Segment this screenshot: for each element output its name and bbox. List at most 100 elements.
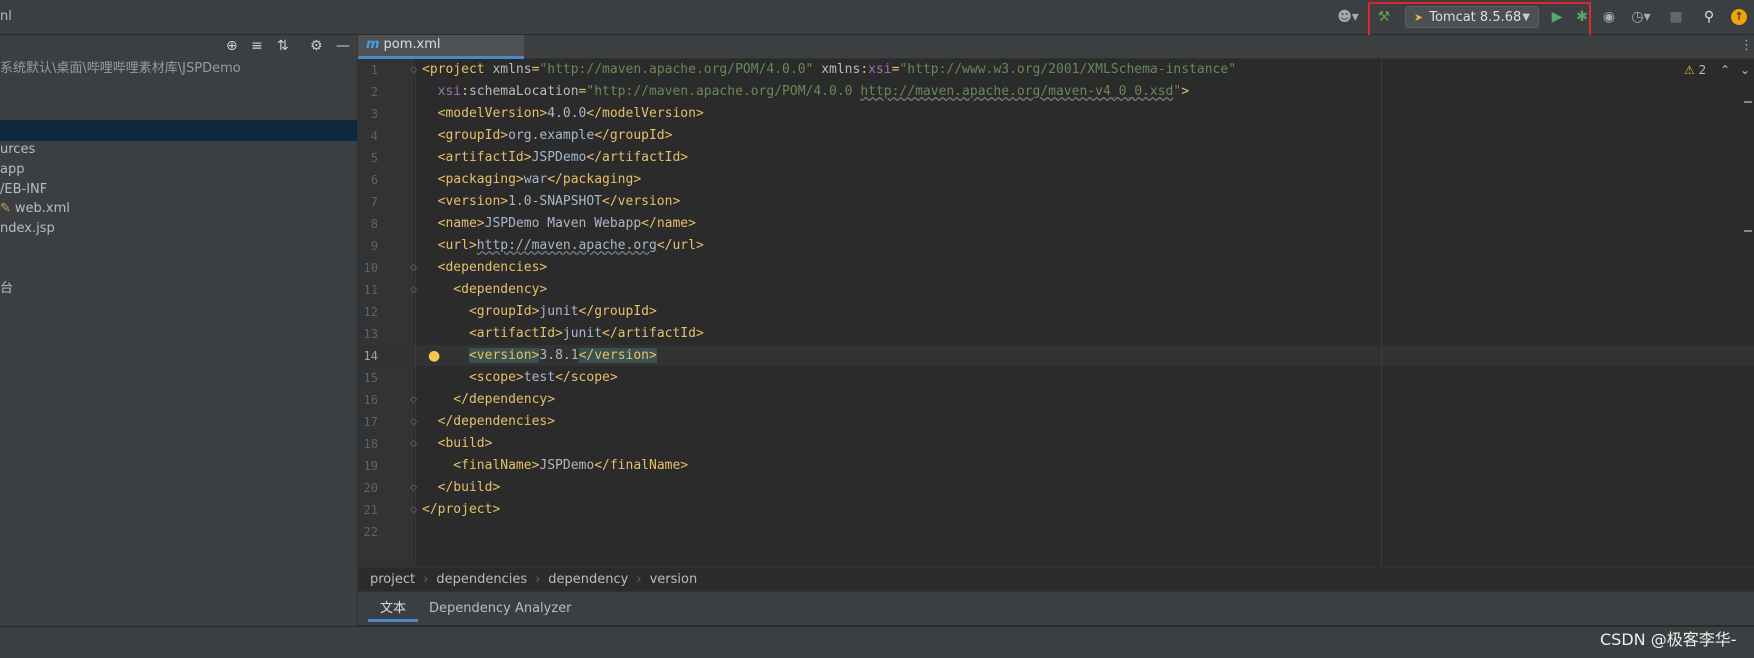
code-line[interactable]: </dependency> bbox=[422, 389, 555, 411]
code-line[interactable]: xsi:schemaLocation="http://maven.apache.… bbox=[422, 81, 1189, 103]
code-token: <name> bbox=[422, 216, 485, 231]
breadcrumb-item-version[interactable]: version bbox=[650, 572, 698, 587]
line-number: 4 bbox=[370, 129, 378, 143]
code-token: <finalName> bbox=[422, 458, 540, 473]
status-bar bbox=[0, 626, 1754, 658]
maven-icon: m bbox=[366, 37, 380, 52]
code-line[interactable]: <groupId>junit</groupId> bbox=[422, 301, 657, 323]
tab-pom-xml[interactable]: mpom.xml (JSPDemo)× bbox=[358, 35, 524, 73]
fold-marker-icon[interactable]: ◇ bbox=[410, 411, 417, 433]
update-icon[interactable]: ↑ bbox=[1731, 9, 1747, 25]
collapse-icon[interactable]: ⇅ bbox=[277, 38, 289, 55]
breadcrumb-item-dependency[interactable]: dependency bbox=[548, 572, 628, 587]
breadcrumb-item-dependencies[interactable]: dependencies bbox=[436, 572, 527, 587]
watermark: CSDN @极客李华- bbox=[1600, 630, 1737, 649]
tree-item-index-jsp[interactable]: ndex.jsp bbox=[0, 219, 55, 239]
code-token: <groupId> bbox=[422, 304, 540, 319]
code-line[interactable]: <version>1.0-SNAPSHOT</version> bbox=[422, 191, 681, 213]
line-number: 21 bbox=[363, 503, 378, 517]
tab-text[interactable]: 文本 bbox=[368, 596, 419, 622]
code-line[interactable]: <name>JSPDemo Maven Webapp</name> bbox=[422, 213, 696, 235]
line-number: 14 bbox=[363, 349, 378, 363]
code-line[interactable]: <groupId>org.example</groupId> bbox=[422, 125, 673, 147]
code-token: <version> bbox=[422, 194, 509, 209]
tree-selection[interactable] bbox=[0, 120, 357, 141]
tree-item-console[interactable]: 台 bbox=[0, 279, 13, 299]
code-line[interactable]: <build> bbox=[422, 433, 493, 455]
line-number: 13 bbox=[363, 327, 378, 341]
expand-icon[interactable]: ≡ bbox=[251, 38, 263, 55]
code-token: "http://maven.apache.org/POM/4.0.0" bbox=[539, 62, 814, 77]
line-number: 17 bbox=[363, 415, 378, 429]
search-icon[interactable]: ⚲ bbox=[1700, 8, 1718, 26]
code-token: test bbox=[523, 370, 556, 385]
gear-icon[interactable]: ⚙ bbox=[310, 38, 323, 55]
code-token: 1.0-SNAPSHOT bbox=[508, 194, 603, 209]
fold-marker-icon[interactable]: ◇ bbox=[410, 279, 417, 301]
line-number: 15 bbox=[363, 371, 378, 385]
profile-icon[interactable]: ◷▾ bbox=[1626, 8, 1656, 26]
code-token: JSPDemo Maven Webapp bbox=[484, 216, 642, 231]
line-number: 3 bbox=[370, 107, 378, 121]
editor-tab-bar bbox=[358, 35, 1754, 59]
code-line[interactable]: <dependency> bbox=[422, 279, 547, 301]
chevron-right-icon: › bbox=[423, 572, 429, 587]
code-token: org.example bbox=[508, 128, 595, 143]
code-token: schemaLocation bbox=[468, 84, 579, 99]
code-line[interactable]: <url>http://maven.apache.org</url> bbox=[422, 235, 704, 257]
chevron-right-icon: › bbox=[636, 572, 642, 587]
chevron-up-icon[interactable]: ⌃ bbox=[1720, 63, 1730, 77]
code-line[interactable]: <artifactId>JSPDemo</artifactId> bbox=[422, 147, 688, 169]
code-token: </artifactId> bbox=[602, 326, 704, 341]
code-line[interactable]: <scope>test</scope> bbox=[422, 367, 618, 389]
fold-marker-icon[interactable]: ◇ bbox=[410, 499, 417, 521]
tree-item-resources[interactable]: urces bbox=[0, 140, 35, 160]
locate-icon[interactable]: ⊕ bbox=[226, 38, 238, 55]
chevron-down-icon[interactable]: ⌄ bbox=[1740, 63, 1750, 77]
fold-marker-icon[interactable]: ◇ bbox=[410, 389, 417, 411]
code-token: </finalName> bbox=[594, 458, 689, 473]
line-number: 12 bbox=[363, 305, 378, 319]
tree-item-web-inf[interactable]: /EB-INF bbox=[0, 180, 47, 200]
code-line[interactable]: </build> bbox=[422, 477, 501, 499]
stop-icon[interactable]: ■ bbox=[1668, 8, 1684, 26]
tree-item-project-path[interactable]: 系统默认\桌面\哔哩哔哩素材库\JSPDemo bbox=[0, 59, 241, 79]
line-number: 1 bbox=[370, 63, 378, 77]
line-number: 19 bbox=[363, 459, 378, 473]
scrollbar-marker bbox=[1744, 101, 1752, 103]
tree-item-webapp[interactable]: app bbox=[0, 160, 24, 180]
code-token: </groupId> bbox=[578, 304, 657, 319]
code-token: </modelVersion> bbox=[586, 106, 704, 121]
code-line[interactable]: </dependencies> bbox=[422, 411, 555, 433]
code-token: </scope> bbox=[555, 370, 618, 385]
code-line[interactable]: <artifactId>junit</artifactId> bbox=[422, 323, 704, 345]
code-line[interactable]: <modelVersion>4.0.0</modelVersion> bbox=[422, 103, 704, 125]
user-icon[interactable]: ☻▾ bbox=[1333, 8, 1363, 26]
line-number: 6 bbox=[370, 173, 378, 187]
fold-marker-icon[interactable]: ◇ bbox=[410, 257, 417, 279]
code-line[interactable]: <finalName>JSPDemo</finalName> bbox=[422, 455, 688, 477]
tab-dependency-analyzer[interactable]: Dependency Analyzer bbox=[421, 596, 580, 622]
code-line[interactable]: </project> bbox=[422, 499, 500, 521]
code-token: <version> bbox=[468, 348, 540, 363]
shield-icon[interactable]: ◉ bbox=[1600, 8, 1618, 26]
code-line[interactable]: <project xmlns="http://maven.apache.org/… bbox=[422, 59, 1236, 81]
code-line[interactable]: <packaging>war</packaging> bbox=[422, 169, 642, 191]
code-token: </groupId> bbox=[594, 128, 673, 143]
code-token: <url> bbox=[422, 238, 477, 253]
code-line[interactable]: <dependencies> bbox=[422, 257, 548, 279]
fold-marker-icon[interactable]: ◇ bbox=[410, 433, 417, 455]
code-token: <packaging> bbox=[422, 172, 524, 187]
warning-indicator[interactable]: ⚠ 2 ⌃ ⌄ bbox=[1684, 63, 1750, 77]
hide-icon[interactable]: — bbox=[336, 38, 350, 55]
code-line[interactable]: <version>3.8.1</version> bbox=[422, 345, 657, 367]
line-number: 11 bbox=[363, 283, 378, 297]
more-tabs-icon[interactable]: ⋮ bbox=[1740, 38, 1753, 53]
breadcrumb-item-project[interactable]: project bbox=[370, 572, 415, 587]
tree-item-web-xml[interactable]: ✎ web.xml bbox=[0, 199, 70, 219]
tree-item-label: web.xml bbox=[14, 201, 70, 216]
fold-marker-icon[interactable]: ◇ bbox=[410, 59, 417, 81]
lightbulb-icon[interactable]: ● bbox=[428, 345, 440, 367]
fold-marker-icon[interactable]: ◇ bbox=[410, 477, 417, 499]
